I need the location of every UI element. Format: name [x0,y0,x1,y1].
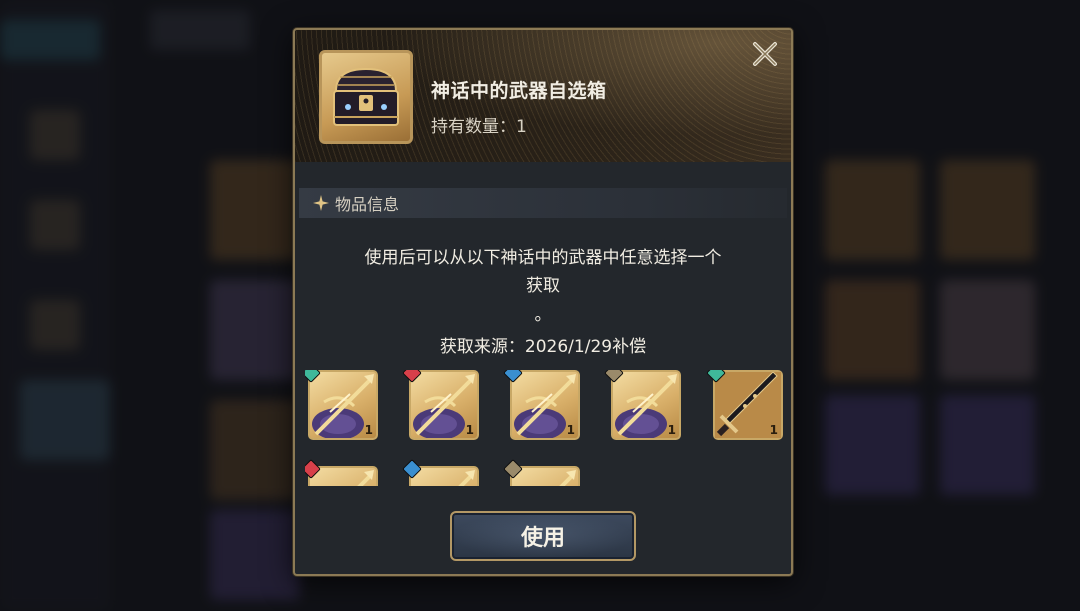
item-description: 使用后可以从以下神话中的武器中任意选择一个 获取 。 [315,244,771,326]
close-x-icon [753,42,777,66]
weapon-quantity: 1 [667,423,676,437]
close-button[interactable] [745,34,785,74]
description-line-1: 使用后可以从以下神话中的武器中任意选择一个 [364,248,722,268]
use-button[interactable]: 使用 [450,511,636,561]
weapon-choice-grid: 1 1 1 1 1 [305,370,785,486]
dialog-header: 神话中的武器自选箱 持有数量：1 [295,30,791,162]
item-source: 获取来源：2026/1/29补偿 [439,337,647,357]
item-held-count: 持有数量：1 [431,117,527,137]
item-icon-frame [319,50,413,144]
weapon-slot[interactable]: 1 [604,370,681,440]
weapon-quantity: 1 [769,423,778,437]
weapon-slot[interactable]: 1 [402,370,479,440]
weapon-slot[interactable]: 1 [305,370,378,440]
weapon-quantity: 1 [566,423,575,437]
weapon-quantity: 1 [465,423,474,437]
treasure-chest-icon [333,67,399,126]
weapon-slot[interactable]: 1 [503,370,580,440]
section-header-item-info: 物品信息 [299,188,787,218]
weapon-slot[interactable]: 1 [706,370,783,440]
weapon-quantity: 1 [364,423,373,437]
spear-icon [458,470,475,486]
item-detail-dialog: 神话中的武器自选箱 持有数量：1 物品信息 使用后可以从以下神话中的武器中任意选… [293,28,793,576]
weapon-slot[interactable] [503,459,580,486]
spear-icon [559,470,576,486]
description-line-2: 获取 [526,276,560,296]
spear-icon [357,470,374,486]
item-name: 神话中的武器自选箱 [431,80,607,102]
sparkle-star-icon [313,195,329,211]
description-line-3: 。 [534,305,552,325]
weapon-slot[interactable] [305,459,378,486]
weapon-slot[interactable] [402,459,479,486]
section-title: 物品信息 [335,195,400,214]
